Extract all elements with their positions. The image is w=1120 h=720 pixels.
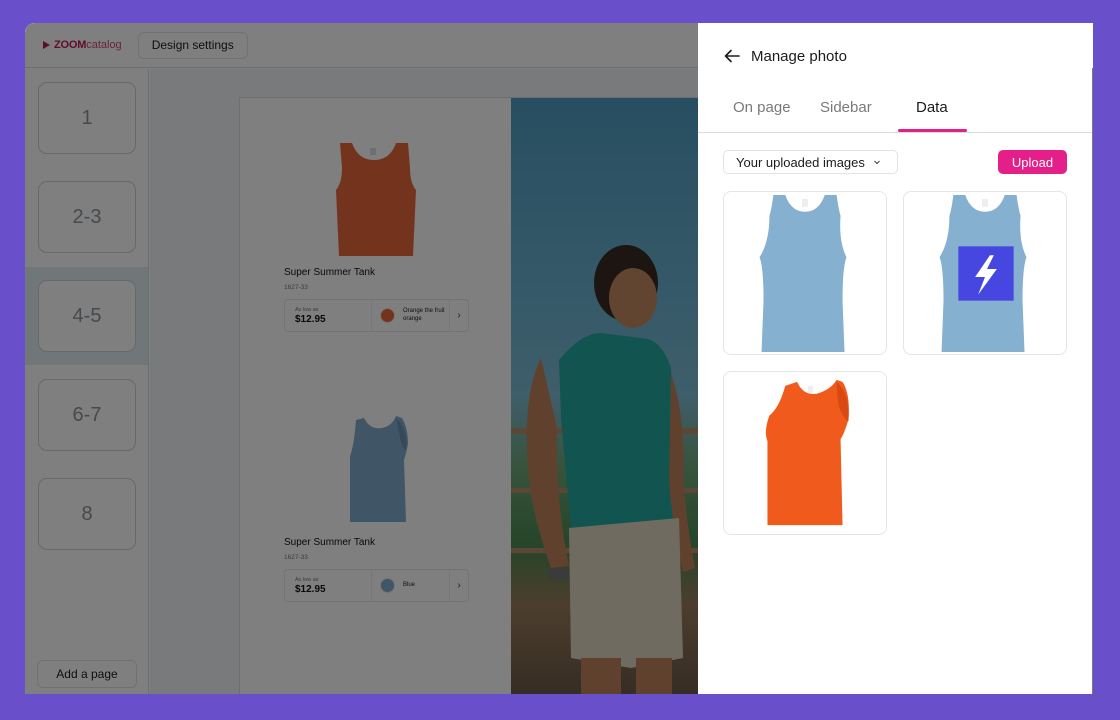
image-source-value: Your uploaded images <box>736 154 865 170</box>
uploaded-image-light-blue-tank-with-logo[interactable] <box>903 191 1067 355</box>
uploaded-image-orange-tank[interactable] <box>723 371 887 535</box>
panel-header: Manage photo <box>723 47 847 65</box>
panel-title: Manage photo <box>751 47 847 65</box>
upload-button[interactable]: Upload <box>998 150 1067 174</box>
orange-tank-image <box>765 379 849 526</box>
chevron-down-icon <box>874 160 880 165</box>
panel-tabs: On page Sidebar Data <box>698 91 1093 133</box>
tab-on-page[interactable]: On page <box>733 99 791 116</box>
uploaded-image-light-blue-tank[interactable] <box>723 191 887 355</box>
panel-edge <box>1092 68 1093 694</box>
active-tab-indicator <box>898 129 967 132</box>
tab-data[interactable]: Data <box>916 99 948 116</box>
tab-sidebar[interactable]: Sidebar <box>820 99 872 116</box>
manage-photo-panel: Manage photo On page Sidebar Data Your u… <box>698 23 1093 694</box>
image-source-select[interactable]: Your uploaded images <box>723 150 898 174</box>
arrow-left-icon[interactable] <box>723 47 741 65</box>
modal-backdrop[interactable] <box>25 23 698 694</box>
light-blue-tank-image <box>759 194 847 353</box>
app-window: ZOOM catalog Design settings 1 2-3 4-5 6… <box>25 23 1093 694</box>
light-blue-tank-with-logo-image <box>939 194 1027 353</box>
